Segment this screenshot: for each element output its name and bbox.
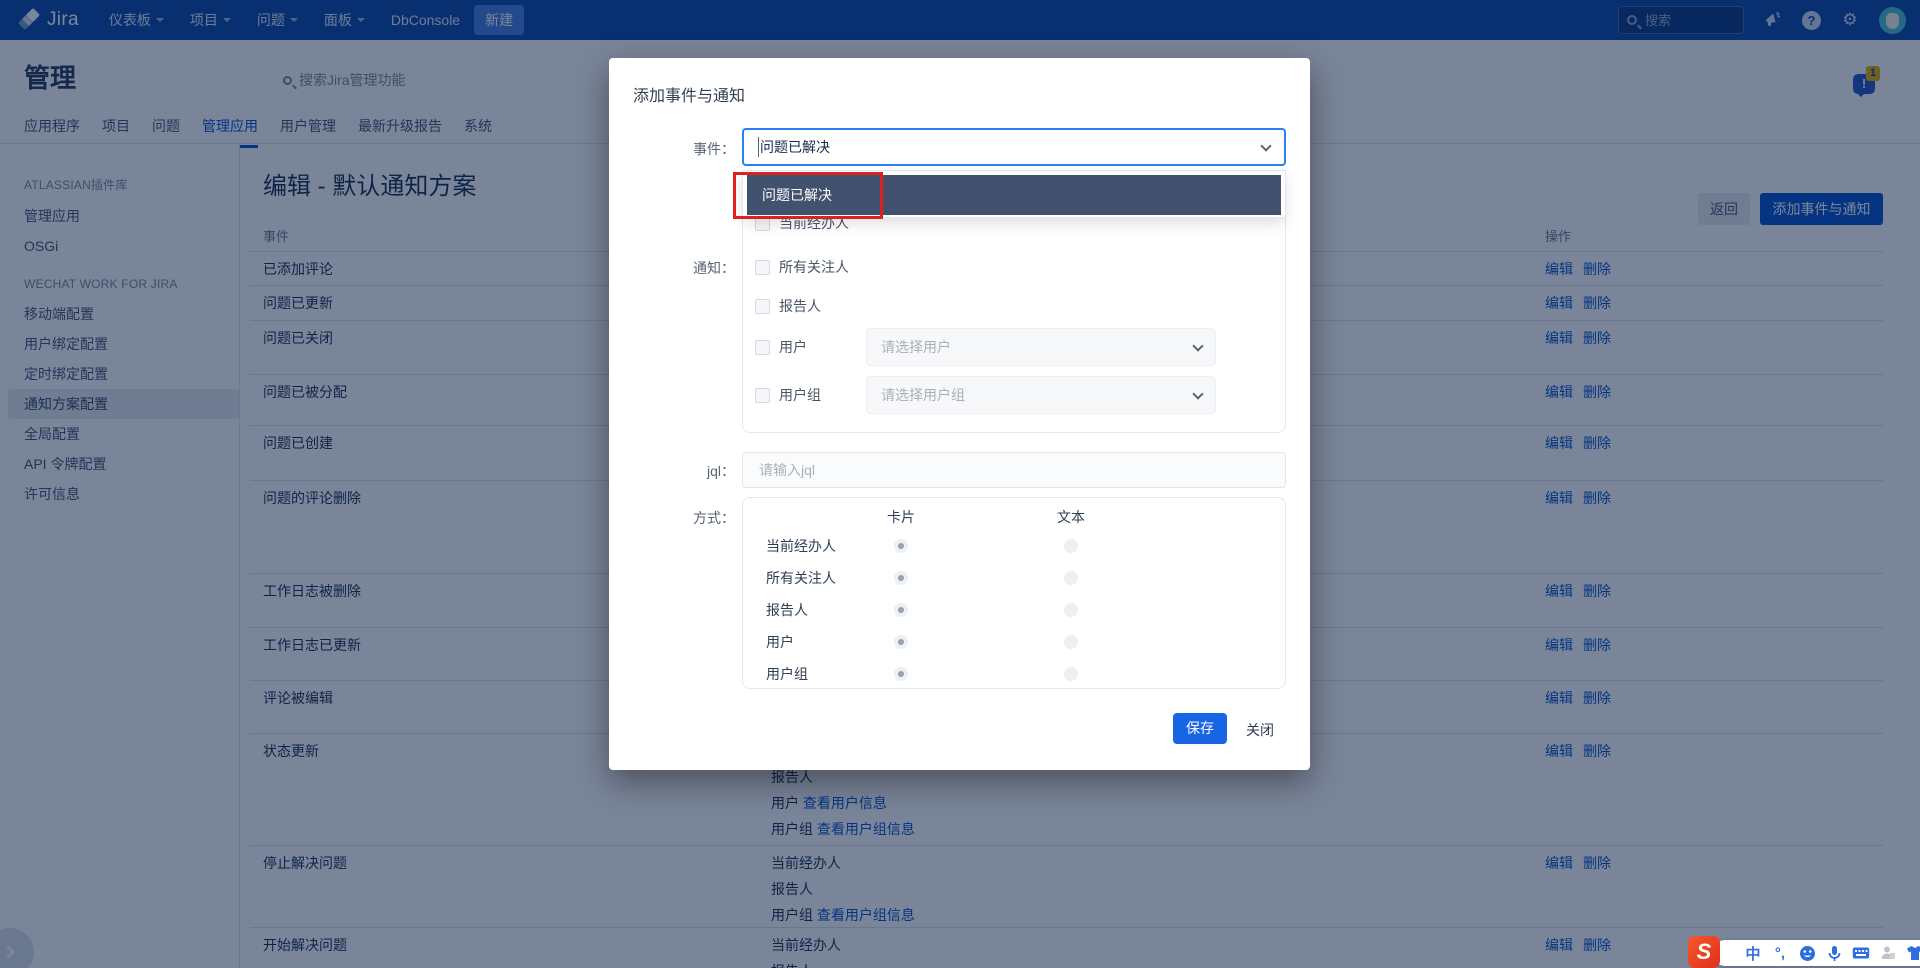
- mode-radio-cell: [856, 571, 946, 585]
- radio-所有关注人-卡片[interactable]: [894, 571, 908, 585]
- jql-input[interactable]: [757, 461, 1271, 479]
- event-field-label: 事件：: [627, 139, 735, 159]
- jql-input-wrap: [742, 452, 1286, 488]
- radio-用户-卡片[interactable]: [894, 635, 908, 649]
- checkbox-用户组[interactable]: [755, 388, 770, 403]
- punctuation-icon[interactable]: °,: [1771, 944, 1789, 962]
- notify-option-label: 报告人: [779, 296, 821, 316]
- radio-用户组-卡片[interactable]: [894, 667, 908, 681]
- chevron-down-icon: [1192, 388, 1203, 399]
- checkbox-报告人[interactable]: [755, 299, 770, 314]
- mode-radio-cell: [856, 635, 946, 649]
- sogou-logo[interactable]: S: [1688, 936, 1720, 968]
- microphone-icon[interactable]: [1825, 944, 1843, 962]
- radio-用户组-文本[interactable]: [1064, 667, 1078, 681]
- jql-field-label: jql：: [627, 461, 735, 481]
- radio-当前经办人-卡片[interactable]: [894, 539, 908, 553]
- select-placeholder: 请选择用户: [881, 337, 951, 357]
- mode-header-row: 卡片文本: [766, 504, 1285, 530]
- mode-radio-cell: [946, 635, 1196, 649]
- chevron-down-icon: [1260, 140, 1271, 151]
- save-button[interactable]: 保存: [1173, 713, 1227, 744]
- radio-报告人-文本[interactable]: [1064, 603, 1078, 617]
- mode-radio-cell: [946, 539, 1196, 553]
- notify-option-row: 用户: [755, 328, 807, 366]
- close-button[interactable]: 关闭: [1246, 720, 1274, 740]
- mode-radio-cell: [946, 571, 1196, 585]
- notify-option-row: 用户组: [755, 376, 821, 414]
- select-用户[interactable]: 请选择用户: [866, 328, 1216, 366]
- checkbox-用户[interactable]: [755, 340, 770, 355]
- radio-所有关注人-文本[interactable]: [1064, 571, 1078, 585]
- mode-radio-cell: [856, 667, 946, 681]
- mode-radio-cell: [856, 539, 946, 553]
- radio-报告人-卡片[interactable]: [894, 603, 908, 617]
- select-用户组[interactable]: 请选择用户组: [866, 376, 1216, 414]
- app-root: Jira 仪表板项目问题面板DbConsole 新建 ? ⚙ 管理 搜索Jira…: [0, 0, 1920, 968]
- notify-option-row: 报告人: [755, 294, 821, 318]
- mode-row: 当前经办人: [766, 530, 1285, 562]
- emoji-icon[interactable]: [1798, 944, 1816, 962]
- chinese-mode-icon[interactable]: 中: [1744, 944, 1762, 962]
- person-icon[interactable]: [1879, 944, 1897, 962]
- add-event-modal: 添加事件与通知 事件： 问题已解决 通知： 当前经办人所有关注人报告人用户请选择…: [609, 58, 1310, 770]
- mode-radio-cell: [946, 603, 1196, 617]
- select-placeholder: 请选择用户组: [881, 385, 965, 405]
- radio-用户-文本[interactable]: [1064, 635, 1078, 649]
- mode-row: 所有关注人: [766, 562, 1285, 594]
- mode-row-label: 所有关注人: [766, 568, 856, 588]
- mode-row-label: 用户组: [766, 664, 856, 684]
- notify-option-label: 所有关注人: [779, 257, 849, 277]
- mode-radio-cell: [946, 667, 1196, 681]
- mode-column-header-卡片: 卡片: [856, 507, 946, 527]
- mode-radio-cell: [856, 603, 946, 617]
- chevron-down-icon: [1192, 340, 1203, 351]
- mode-row-label: 当前经办人: [766, 536, 856, 556]
- mode-row: 用户: [766, 626, 1285, 658]
- dropdown-option[interactable]: 问题已解决: [747, 175, 1281, 215]
- notify-options-panel: 当前经办人所有关注人报告人用户请选择用户用户组请选择用户组: [742, 190, 1286, 433]
- event-dropdown: 问题已解决: [742, 170, 1286, 218]
- modal-title: 添加事件与通知: [633, 82, 745, 106]
- checkbox-所有关注人[interactable]: [755, 260, 770, 275]
- notify-option-label: 用户组: [779, 385, 821, 405]
- mode-row: 用户组: [766, 658, 1285, 690]
- mode-row: 报告人: [766, 594, 1285, 626]
- keyboard-icon[interactable]: [1852, 944, 1870, 962]
- mode-field-label: 方式：: [627, 508, 735, 528]
- mode-panel: 卡片文本当前经办人所有关注人报告人用户用户组: [742, 497, 1286, 689]
- mode-row-label: 用户: [766, 632, 856, 652]
- event-select-value: 问题已解决: [758, 137, 830, 157]
- event-select[interactable]: 问题已解决: [742, 128, 1286, 166]
- mode-row-label: 报告人: [766, 600, 856, 620]
- skin-icon[interactable]: [1906, 944, 1920, 962]
- radio-当前经办人-文本[interactable]: [1064, 539, 1078, 553]
- notify-option-row: 所有关注人: [755, 255, 849, 279]
- input-method-toolbar: 中 °,: [1712, 940, 1920, 966]
- mode-column-header-文本: 文本: [946, 507, 1196, 527]
- notify-option-label: 用户: [779, 337, 807, 357]
- notify-field-label: 通知：: [627, 258, 735, 278]
